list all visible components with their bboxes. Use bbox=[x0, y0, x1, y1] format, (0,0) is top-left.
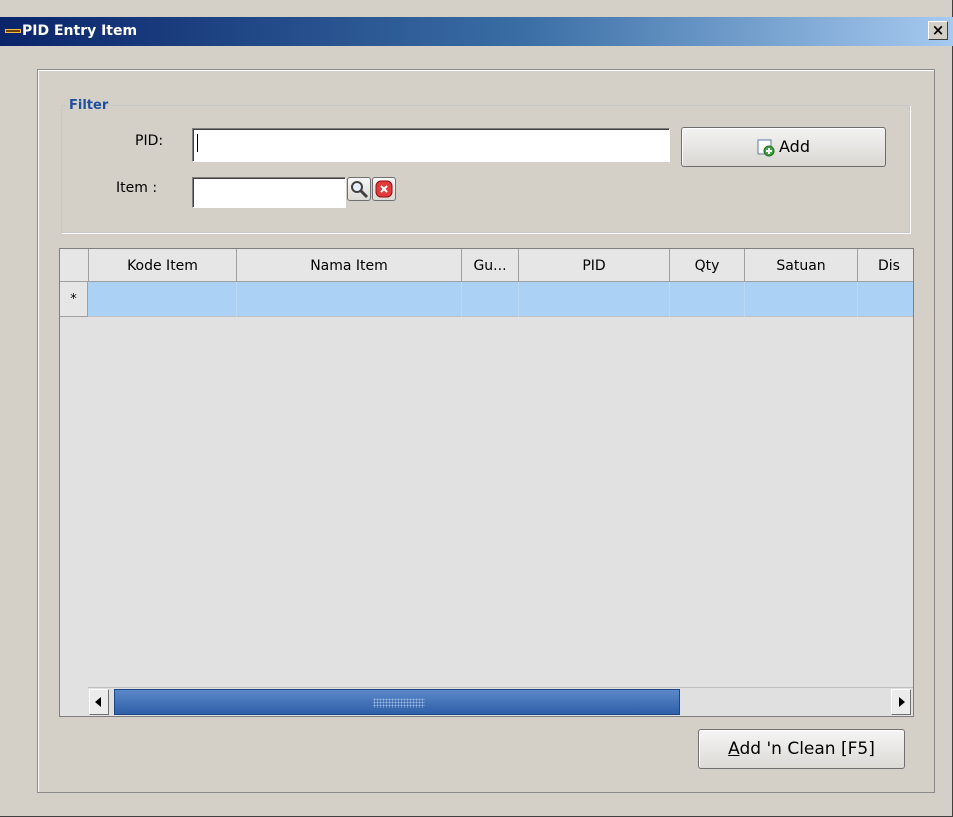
item-input[interactable] bbox=[192, 177, 346, 208]
close-icon: × bbox=[931, 21, 945, 39]
column-header-gudang[interactable]: Gu... bbox=[462, 249, 519, 282]
add-n-clean-label: dd 'n Clean [F5] bbox=[739, 739, 875, 759]
pid-entry-window: PID Entry Item × Filter PID: Add Item : bbox=[0, 0, 953, 817]
filter-groupbox bbox=[61, 105, 910, 233]
app-icon bbox=[5, 29, 21, 33]
cell-pid[interactable] bbox=[519, 282, 670, 317]
column-header-nama-item[interactable]: Nama Item bbox=[237, 249, 462, 282]
cell-nama-item[interactable] bbox=[237, 282, 462, 317]
arrow-left-icon bbox=[95, 697, 101, 707]
title-bar[interactable]: PID Entry Item × bbox=[0, 17, 953, 46]
horizontal-scrollbar[interactable] bbox=[88, 687, 913, 715]
column-header-satuan[interactable]: Satuan bbox=[745, 249, 858, 282]
scroll-left-button[interactable] bbox=[89, 689, 109, 715]
cell-dis[interactable] bbox=[858, 282, 913, 317]
scroll-right-button[interactable] bbox=[891, 689, 911, 715]
arrow-right-icon bbox=[899, 697, 905, 707]
item-label: Item : bbox=[116, 180, 158, 196]
cell-kode-item[interactable] bbox=[89, 282, 237, 317]
add-button[interactable]: Add bbox=[681, 127, 886, 167]
filter-legend: Filter bbox=[67, 98, 111, 113]
header-corner bbox=[60, 249, 89, 282]
magnifier-icon bbox=[351, 181, 369, 199]
cell-satuan[interactable] bbox=[745, 282, 858, 317]
pid-label: PID: bbox=[135, 133, 164, 149]
grid-header: Kode Item Nama Item Gu... PID Qty Satuan… bbox=[60, 249, 913, 282]
item-clear-button[interactable] bbox=[372, 177, 396, 201]
add-button-label: Add bbox=[779, 137, 810, 156]
close-button[interactable]: × bbox=[928, 21, 948, 40]
red-clear-icon bbox=[375, 180, 393, 198]
column-header-qty[interactable]: Qty bbox=[670, 249, 745, 282]
item-search-button[interactable] bbox=[347, 177, 371, 201]
column-header-dis[interactable]: Dis bbox=[858, 249, 913, 282]
pid-input[interactable] bbox=[192, 128, 670, 162]
window-title: PID Entry Item bbox=[22, 23, 138, 39]
text-caret bbox=[197, 134, 198, 152]
column-header-kode-item[interactable]: Kode Item bbox=[89, 249, 237, 282]
scroll-thumb[interactable] bbox=[114, 689, 680, 715]
thumb-grip bbox=[373, 698, 425, 708]
new-row[interactable] bbox=[60, 282, 913, 317]
cell-qty[interactable] bbox=[670, 282, 745, 317]
add-n-clean-button[interactable]: Add 'n Clean [F5] bbox=[698, 729, 905, 769]
cell-gudang[interactable] bbox=[462, 282, 519, 317]
item-grid[interactable]: Kode Item Nama Item Gu... PID Qty Satuan… bbox=[59, 248, 914, 717]
accelerator-key: A bbox=[728, 739, 740, 759]
new-row-marker[interactable]: * bbox=[60, 282, 88, 317]
add-document-icon bbox=[757, 139, 775, 156]
column-header-pid[interactable]: PID bbox=[519, 249, 670, 282]
